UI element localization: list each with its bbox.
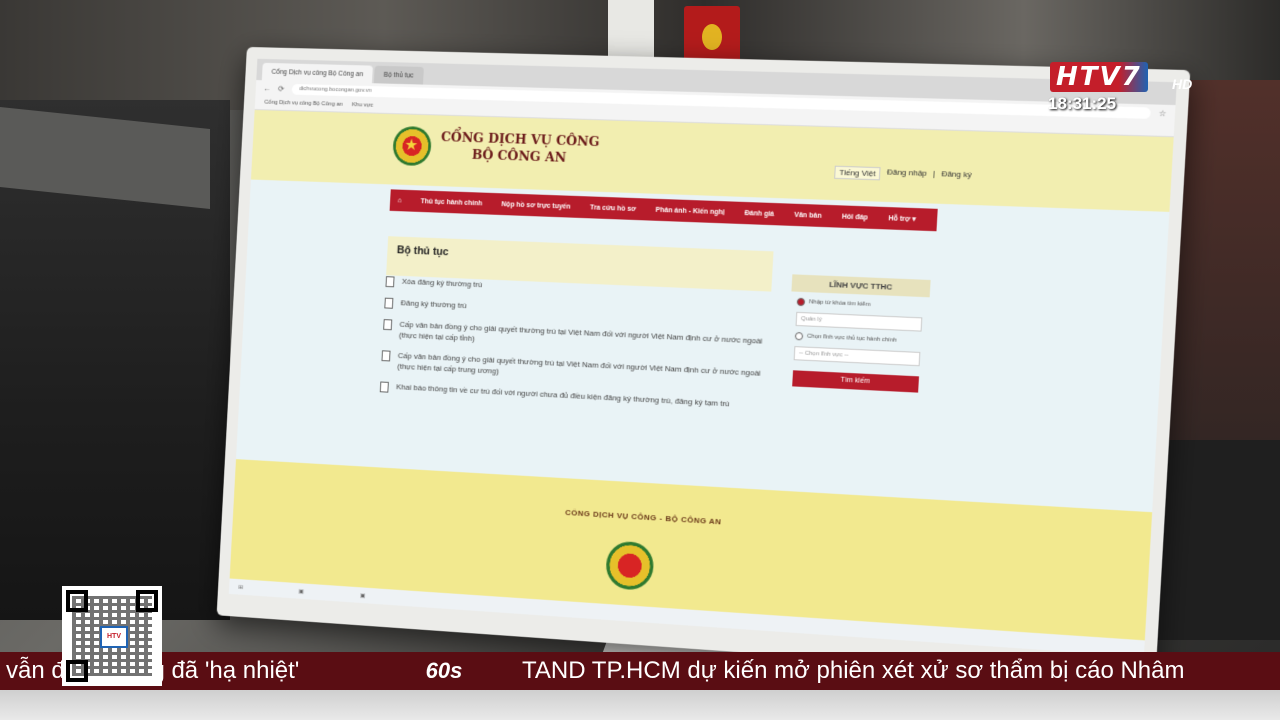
star-icon: ★ [404,136,419,155]
radio-dot[interactable] [794,331,804,341]
news-ticker: vẫn đang ... ng đã 'hạ nhiệt' 60s TAND T… [0,652,1280,690]
radio-dot[interactable] [796,297,806,307]
field-radio[interactable]: Chọn lĩnh vực thủ tục hành chính [794,331,921,346]
ticker-bottom-band [0,690,1280,720]
browser-tab[interactable]: Bộ thủ tục [373,65,424,85]
language-select[interactable]: Tiếng Việt [833,165,881,181]
ticker-logo: 60s [425,658,463,683]
reload-icon[interactable]: ⟳ [278,84,285,93]
keyword-input[interactable]: Quản lý [795,311,923,332]
nav-item[interactable]: Hỏi đáp [842,213,868,221]
star-icon[interactable]: ☆ [1159,108,1167,118]
document-icon [385,276,395,288]
monitor-screen: Cổng Dịch vụ công Bộ Công an Bộ thủ tục … [228,58,1177,657]
qr-logo-icon: HTV [100,626,128,648]
document-icon [381,350,391,362]
os-taskbar: ⊞ ▣ ▣ [228,578,1156,657]
broadcast-clock: 18:31:25 [1048,94,1117,113]
search-button[interactable]: Tìm kiếm [792,370,920,393]
qr-code: HTV [62,586,162,686]
site-title[interactable]: CỔNG DỊCH VỤ CÔNG BỘ CÔNG AN [440,129,600,168]
bookmark-item[interactable]: Khu vực [352,102,373,108]
nav-item[interactable]: Đánh giá [744,210,774,218]
document-icon [384,297,394,309]
keyword-radio[interactable]: Nhập từ khóa tìm kiếm [796,297,923,312]
channel-logo: HTV7 HD [1050,62,1200,96]
nav-item[interactable]: Văn bản [794,211,822,219]
taskbar-app-icon[interactable]: ▣ [360,592,366,599]
nav-item[interactable]: Phản ánh - Kiến nghị [655,206,724,216]
document-icon [379,381,389,393]
footer-text: CỔNG DỊCH VỤ CÔNG - BỘ CÔNG AN [564,507,722,527]
monitor: Cổng Dịch vụ công Bộ Công an Bộ thủ tục … [216,46,1191,682]
start-icon[interactable]: ⊞ [238,583,243,590]
nav-item[interactable]: Thủ tục hành chính [420,198,482,207]
qr-corner [136,590,158,612]
bookmark-item[interactable]: Cổng Dịch vụ công Bộ Công an [264,100,343,108]
filter-sidebar: LĨNH VỰC TTHC Nhập từ khóa tìm kiếm Quản… [786,274,931,403]
taskbar-app-icon[interactable]: ▣ [298,588,304,594]
qr-corner [66,590,88,612]
browser-tab[interactable]: Cổng Dịch vụ công Bộ Công an [261,62,373,84]
document-icon [383,319,393,331]
site-footer: CỔNG DỊCH VỤ CÔNG - BỘ CÔNG AN ⊞ ▣ ▣ [228,459,1156,657]
header-account: Tiếng Việt Đăng nhập | Đăng ký [833,165,972,184]
home-icon[interactable]: ⌂ [398,197,402,204]
ticker-text: TAND TP.HCM dự kiến mở phiên xét xử sơ t… [522,657,1185,684]
sidebar-heading: LĨNH VỰC TTHC [791,274,931,298]
police-emblem-icon [604,540,655,592]
police-emblem-icon[interactable]: ★ [392,125,433,167]
nav-item[interactable]: Hỗ trợ ▾ [888,214,916,223]
login-link[interactable]: Đăng nhập [886,167,928,182]
register-link[interactable]: Đăng ký [941,169,972,183]
login-separator: | [932,168,936,179]
page-title: Bộ thủ tục [396,244,449,259]
back-icon[interactable]: ← [263,84,271,93]
qr-corner [66,660,88,682]
field-select[interactable]: -- Chọn lĩnh vực -- [793,346,921,367]
nav-item[interactable]: Nộp hồ sơ trực tuyến [501,201,570,210]
nav-item[interactable]: Tra cứu hồ sơ [590,204,636,213]
procedure-list: Xóa đăng ký thường trú Đăng ký thường tr… [379,275,775,422]
